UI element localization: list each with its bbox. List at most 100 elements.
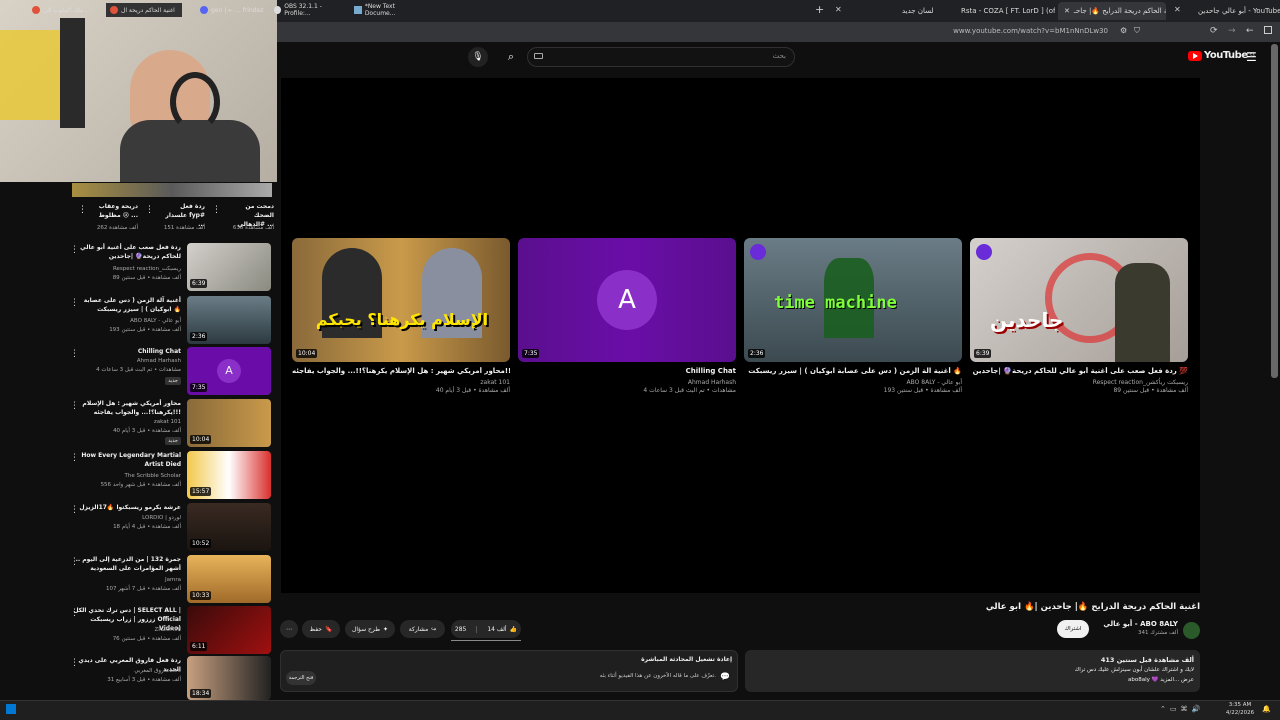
video-channel[interactable]: zakat 101 [71,419,181,425]
forward-icon[interactable]: → [1228,26,1236,36]
video-channel[interactable]: ABO 8ALY - أبو عالي [71,318,181,324]
new-tab-icon[interactable]: + [815,3,824,16]
card-title[interactable]: محاور أمريكي شهير : هل الإسلام يكرهنا؟!!… [292,367,510,375]
taskbar-item[interactable]: ملك الملوب الي .. [28,3,103,17]
clock-time[interactable]: 3:35 AM [1223,702,1257,708]
clock-date[interactable]: 4/22/2026 [1223,710,1257,716]
shorts-thumbnails[interactable] [72,183,272,197]
more-options-icon[interactable]: ⋮ [145,205,154,215]
taskbar-item[interactable]: gen | ← ... frindez [196,3,268,17]
reload-icon[interactable]: ⟳ [1210,26,1218,36]
channel-avatar[interactable] [1183,622,1200,639]
tab-current-video[interactable]: ✕اغنية الحاكم دريحة الدرايح 🔥| جاحـ [1058,2,1166,20]
sidebar-video-item[interactable]: 6:11 دس ترك تحدي الكل | SELECT ALL | زرز… [70,606,275,656]
video-title[interactable]: محاور أمريكي شهير : هل الإسلام يكرهنا؟!.… [71,399,181,417]
sidebar-toggle-icon[interactable] [1264,26,1272,34]
video-channel[interactable]: LORDIO | لوردو [71,515,181,521]
subscribe-button[interactable]: اشتراك [1057,620,1089,638]
short-title[interactable]: دريحة وعقاب مظلوط 😢 ... [96,202,138,220]
youtube-logo[interactable]: YouTube SA [1188,50,1255,61]
card-channel[interactable]: zakat 101 [292,379,510,386]
tab-rsta[interactable]: Rsta - COZA [ FT. LorD ] (offic [955,2,1055,20]
close-icon[interactable]: ✕ [1064,7,1070,15]
more-actions-button[interactable]: ⋯ [280,620,298,638]
end-screen-card[interactable]: الإسلام يكرهنا؟ يحبكم 10:04 [292,238,510,362]
open-chat-button[interactable]: فتح الترجمة [286,671,316,685]
video-title[interactable]: جمرة 132 | من الدرعية إلى اليوم .. أشهر … [71,555,181,573]
tab-new[interactable]: لسان جديد [896,2,952,20]
card-title[interactable]: Chilling Chat [518,367,736,375]
video-channel[interactable]: ZRZOR96 [71,627,181,633]
more-options-icon[interactable]: ⋮ [70,349,79,359]
video-thumbnail[interactable]: 10:04 [187,399,271,447]
more-options-icon[interactable]: ⋮ [70,608,79,618]
notification-icon[interactable]: 🔔 [1262,705,1271,713]
more-options-icon[interactable]: ⋮ [70,658,79,668]
video-title[interactable]: Chilling Chat [71,347,181,356]
sidebar-video-item[interactable]: 15:57 How Every Legendary Martial Artist… [70,451,275,501]
more-options-icon[interactable]: ⋮ [70,453,79,463]
card-title[interactable]: أغنية آلة الزمن ( دس على عصابة ابوكيان )… [744,367,962,375]
video-title[interactable]: أغنية آلة الزمن ( دس على عصابة ابوكيان )… [71,296,181,314]
sidebar-video-item[interactable]: 10:33 جمرة 132 | من الدرعية إلى اليوم ..… [70,555,275,605]
video-thumbnail[interactable]: 6:11 [187,606,271,654]
keyboard-icon[interactable] [534,53,543,59]
save-button[interactable]: حفظ 🔖 [302,620,340,638]
taskbar-item[interactable]: *New Text Docume... [350,3,430,17]
end-screen-card[interactable]: A 7:35 [518,238,736,362]
close-icon[interactable]: ✕ [1174,5,1181,14]
card-channel[interactable]: ABO 8ALY - أبو عالي [744,379,962,386]
video-channel[interactable]: Respect reaction_ريسبكت [71,266,181,272]
more-options-icon[interactable]: ⋮ [70,245,79,255]
video-thumbnail[interactable]: 10:52 [187,503,271,551]
video-channel[interactable]: Ahmad Harhash [71,358,181,364]
more-options-icon[interactable]: ⋮ [70,557,79,567]
taskbar-item[interactable]: OBS 32.1.1 - Profile:... [270,3,348,17]
video-thumbnail[interactable]: 18:34 [187,656,271,700]
start-icon[interactable] [6,704,16,714]
video-channel[interactable]: The Scribble Scholar [71,473,181,479]
video-title[interactable]: ردة فعل صعب على أغنية أبو عالي للحاكم در… [71,243,181,261]
sidebar-video-item[interactable]: 18:34 ردة فعل فاروق المغربي على ديدي الج… [70,656,275,700]
like-button[interactable]: 14 ألف [477,626,506,633]
scrollbar[interactable] [1271,44,1278,378]
video-thumbnail[interactable]: 2:36 [187,296,271,344]
system-tray-icons[interactable]: ⌃▭⌘🔊 [1160,705,1204,713]
video-title[interactable]: عرشة بكرمو ريسبكتوا 🔥17الزيزل [71,503,181,512]
share-button[interactable]: مشاركة ↪ [400,620,445,638]
video-thumbnail[interactable]: 15:57 [187,451,271,499]
back-icon[interactable]: ← [1246,26,1254,36]
voice-search-button[interactable]: 🎙 [468,47,488,67]
ask-button[interactable]: طرح سؤال ✦ [345,620,395,638]
search-button[interactable]: ⌕ [500,47,522,67]
more-options-icon[interactable]: ⋮ [212,205,221,215]
video-title[interactable]: How Every Legendary Martial Artist Died [71,451,181,469]
sidebar-video-item[interactable]: A 7:35 Chilling Chat Ahmad Harhash 4 مشاه… [70,347,275,397]
end-screen-card[interactable]: جاحدين 6:39 [970,238,1188,362]
more-options-icon[interactable]: ⋮ [70,298,79,308]
video-thumbnail[interactable]: 6:39 [187,243,271,291]
video-channel[interactable]: فاروق المغربي Live [71,668,181,674]
more-options-icon[interactable]: ⋮ [70,505,79,515]
video-channel[interactable]: Jamra [71,577,181,583]
end-screen-card[interactable]: time machine 2:36 [744,238,962,362]
dislike-button[interactable]: 285 [455,625,478,633]
card-channel[interactable]: Ahmad Harhash [518,379,736,386]
description-line[interactable]: abo8aly 💜 عرض ...المزيد [950,677,1194,683]
close-icon[interactable]: ✕ [835,5,842,14]
settings-icon[interactable]: ⚙ [1120,26,1127,35]
more-options-icon[interactable]: ⋮ [70,401,79,411]
sidebar-video-item[interactable]: 6:39 ردة فعل صعب على أغنية أبو عالي للحا… [70,243,275,293]
video-thumbnail[interactable]: A 7:35 [187,347,271,395]
url-field[interactable]: www.youtube.com/watch?v=bM1nNnDLw30 [953,27,1108,35]
shield-icon[interactable]: ⛉ [1134,26,1140,36]
sidebar-video-item[interactable]: 10:52 عرشة بكرمو ريسبكتوا 🔥17الزيزل LORD… [70,503,275,553]
sidebar-video-item[interactable]: 10:04 محاور أمريكي شهير : هل الإسلام يكر… [70,399,275,449]
tab-youtube-channel[interactable]: أبو عالي جاحدين - YouTube [1192,2,1280,20]
sidebar-video-item[interactable]: 2:36 أغنية آلة الزمن ( دس على عصابة ابوك… [70,296,275,346]
taskbar-item[interactable]: اغنية الحاكم دريحة ال [106,3,182,17]
card-channel[interactable]: Respect reaction_ريسبكت ريأكشن [970,379,1188,386]
card-title[interactable]: ردة فعل صعب على أغنية أبو عالي للحاكم در… [970,367,1188,375]
search-input[interactable]: بحث [527,47,795,67]
video-thumbnail[interactable]: 10:33 [187,555,271,603]
